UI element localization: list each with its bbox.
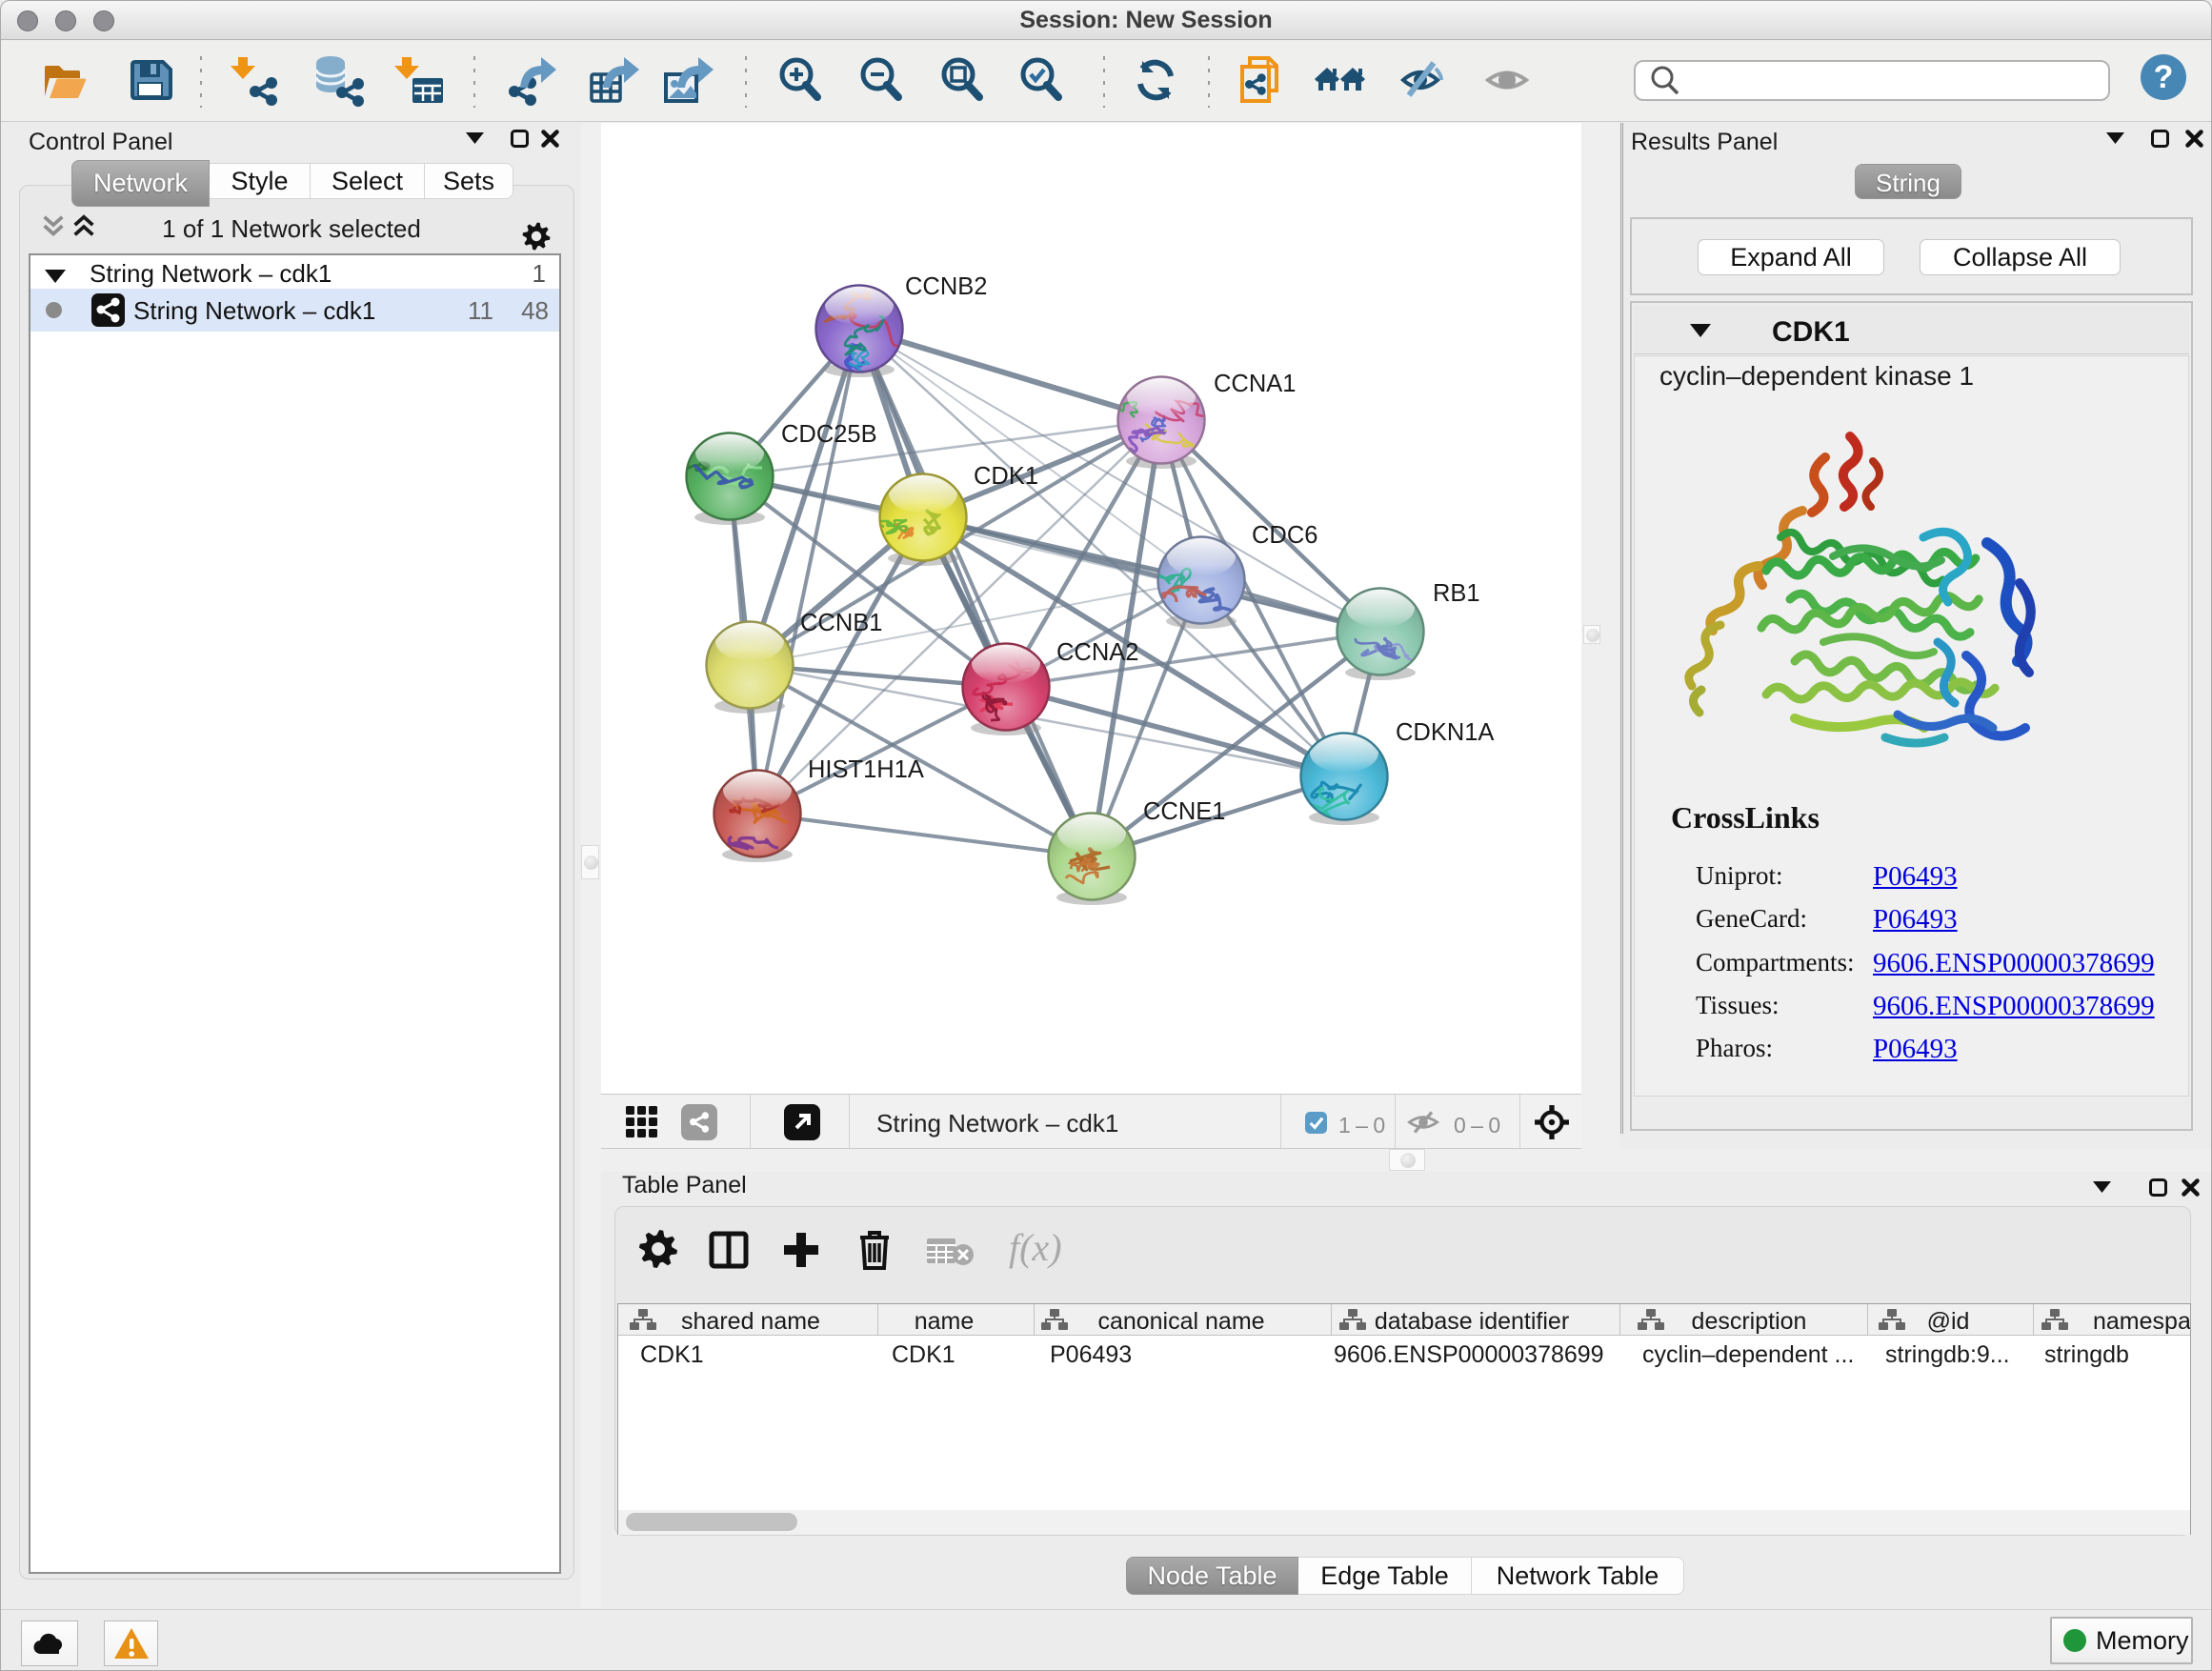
svg-text:CCNA2: CCNA2	[1056, 639, 1138, 666]
svg-text:CCNB1: CCNB1	[800, 610, 882, 636]
svg-text:CCNA1: CCNA1	[1214, 371, 1296, 397]
svg-text:CDK1: CDK1	[974, 463, 1038, 490]
svg-text:RB1: RB1	[1433, 580, 1480, 607]
svg-text:HIST1H1A: HIST1H1A	[808, 756, 924, 783]
svg-text:CDC6: CDC6	[1252, 522, 1317, 549]
svg-text:CCNE1: CCNE1	[1143, 798, 1225, 825]
svg-text:?: ?	[2154, 59, 2174, 95]
svg-text:CDC25B: CDC25B	[781, 421, 877, 448]
svg-text:CCNB2: CCNB2	[905, 273, 987, 300]
svg-text:CDKN1A: CDKN1A	[1396, 719, 1494, 746]
